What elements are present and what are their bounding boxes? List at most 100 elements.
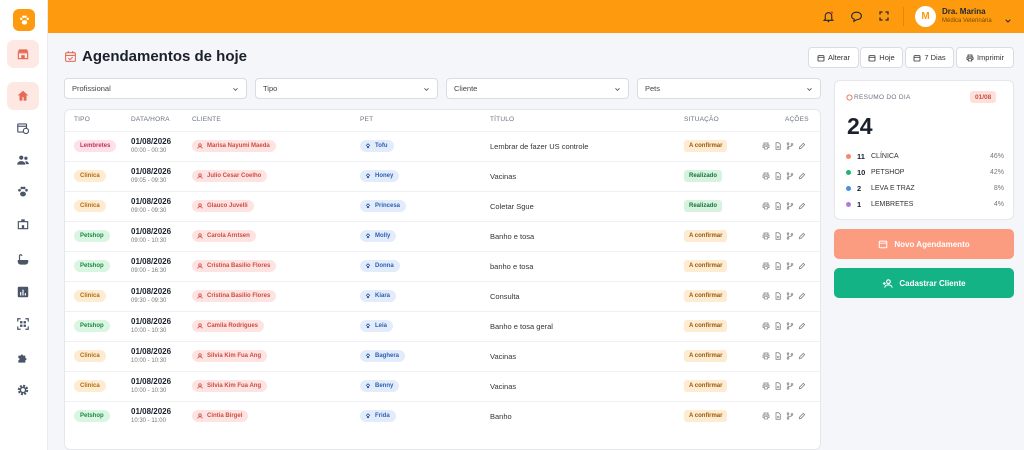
pencil-icon[interactable] [798,412,806,420]
pencil-icon[interactable] [798,142,806,150]
pencil-icon[interactable] [798,172,806,180]
tipo-select[interactable]: Tipo [255,78,438,99]
building-icon[interactable] [7,210,39,238]
appointment-time: 10:00 - 10:30 [131,358,167,364]
pet-badge[interactable]: Kiara [360,290,397,302]
pet-badge[interactable]: Baghera [360,350,406,362]
hoje-button[interactable]: Hoje [860,47,903,68]
pet-badge[interactable]: Molly [360,230,397,242]
cliente-select[interactable]: Cliente [446,78,629,99]
client-badge[interactable]: Cintia Birgel [192,410,249,422]
7-dias-label: 7 Dias [924,53,946,62]
pets-select[interactable]: Pets [637,78,821,99]
document-icon[interactable] [774,262,782,270]
client-badge[interactable]: Silvia Kim Fua Ang [192,350,268,362]
status-badge: A confirmar [684,410,728,422]
branch-icon[interactable] [786,292,794,300]
client-badge[interactable]: Camila Rodrigues [192,320,265,332]
appointment-date: 01/08/2026 [131,317,172,326]
pencil-icon[interactable] [798,262,806,270]
paw-icon[interactable] [7,178,39,206]
pet-badge[interactable]: Benny [360,380,400,392]
calendar-clock-icon[interactable] [7,114,39,142]
novo-agendamento-button[interactable]: Novo Agendamento [834,229,1014,259]
client-badge[interactable]: Cristina Basilio Flores [192,290,277,302]
imprimir-button[interactable]: Imprimir [956,47,1014,68]
branch-icon[interactable] [786,382,794,390]
row-actions [762,202,806,210]
document-icon[interactable] [774,202,782,210]
client-badge[interactable]: Carola Arntsen [192,230,256,242]
store-icon[interactable] [7,40,39,68]
summary-row: 1 LEMBRETES 4% [846,198,1004,210]
pencil-icon[interactable] [798,382,806,390]
pet-badge[interactable]: Honey [360,170,400,182]
user-name[interactable]: Dra. Marina [942,7,986,16]
printer-icon[interactable] [762,172,770,180]
document-icon[interactable] [774,172,782,180]
client-badge[interactable]: Julio Cesar Coelho [192,170,268,182]
printer-icon[interactable] [762,202,770,210]
pet-badge[interactable]: Donna [360,260,400,272]
document-icon[interactable] [774,412,782,420]
document-icon[interactable] [774,292,782,300]
7-dias-button[interactable]: 7 Dias [905,47,954,68]
puzzle-icon[interactable] [7,344,39,372]
profissional-select[interactable]: Profissional [64,78,247,99]
client-badge[interactable]: Cristina Basilio Flores [192,260,277,272]
pet-badge[interactable]: Tofu [360,140,394,152]
novo-agendamento-label: Novo Agendamento [894,239,970,249]
branch-icon[interactable] [786,352,794,360]
qr-code-icon[interactable] [7,310,39,338]
chart-icon[interactable] [7,278,39,306]
col-titulo: TÍTULO [490,116,515,123]
chevron-down-icon[interactable] [1004,12,1012,30]
document-icon[interactable] [774,232,782,240]
printer-icon[interactable] [762,412,770,420]
appointment-title: Coletar Sgue [490,202,534,211]
cadastrar-cliente-button[interactable]: Cadastrar Cliente [834,268,1014,298]
branch-icon[interactable] [786,232,794,240]
pencil-icon[interactable] [798,352,806,360]
branch-icon[interactable] [786,412,794,420]
pet-badge[interactable]: Leia [360,320,394,332]
printer-icon[interactable] [762,322,770,330]
printer-icon[interactable] [762,382,770,390]
client-badge[interactable]: Glauco Juvelli [192,200,254,212]
pet-badge[interactable]: Princesa [360,200,407,212]
home-icon[interactable] [7,82,39,110]
paw-logo-icon[interactable] [13,9,35,31]
branch-icon[interactable] [786,262,794,270]
printer-icon[interactable] [762,262,770,270]
pet-badge[interactable]: Frida [360,410,396,422]
appointment-date: 01/08/2026 [131,377,172,386]
document-icon[interactable] [774,352,782,360]
pencil-icon[interactable] [798,232,806,240]
document-icon[interactable] [774,322,782,330]
alterar-button[interactable]: Alterar [808,47,859,68]
branch-icon[interactable] [786,172,794,180]
branch-icon[interactable] [786,142,794,150]
bell-icon[interactable] [820,8,836,24]
fullscreen-icon[interactable] [876,8,892,24]
bathtub-icon[interactable] [7,246,39,274]
branch-icon[interactable] [786,322,794,330]
client-badge[interactable]: Silvia Kim Fua Ang [192,380,268,392]
printer-icon[interactable] [762,142,770,150]
printer-icon[interactable] [762,352,770,360]
client-badge[interactable]: Marisa Nayumi Maeda [192,140,276,152]
cadastrar-cliente-label: Cadastrar Cliente [899,278,966,288]
printer-icon[interactable] [762,292,770,300]
pencil-icon[interactable] [798,202,806,210]
avatar[interactable]: M [915,6,936,27]
gear-icon[interactable] [7,376,39,404]
branch-icon[interactable] [786,202,794,210]
pencil-icon[interactable] [798,322,806,330]
calendar-plus-icon [879,240,888,249]
document-icon[interactable] [774,142,782,150]
users-icon[interactable] [7,146,39,174]
printer-icon[interactable] [762,232,770,240]
chat-icon[interactable] [848,8,864,24]
document-icon[interactable] [774,382,782,390]
pencil-icon[interactable] [798,292,806,300]
